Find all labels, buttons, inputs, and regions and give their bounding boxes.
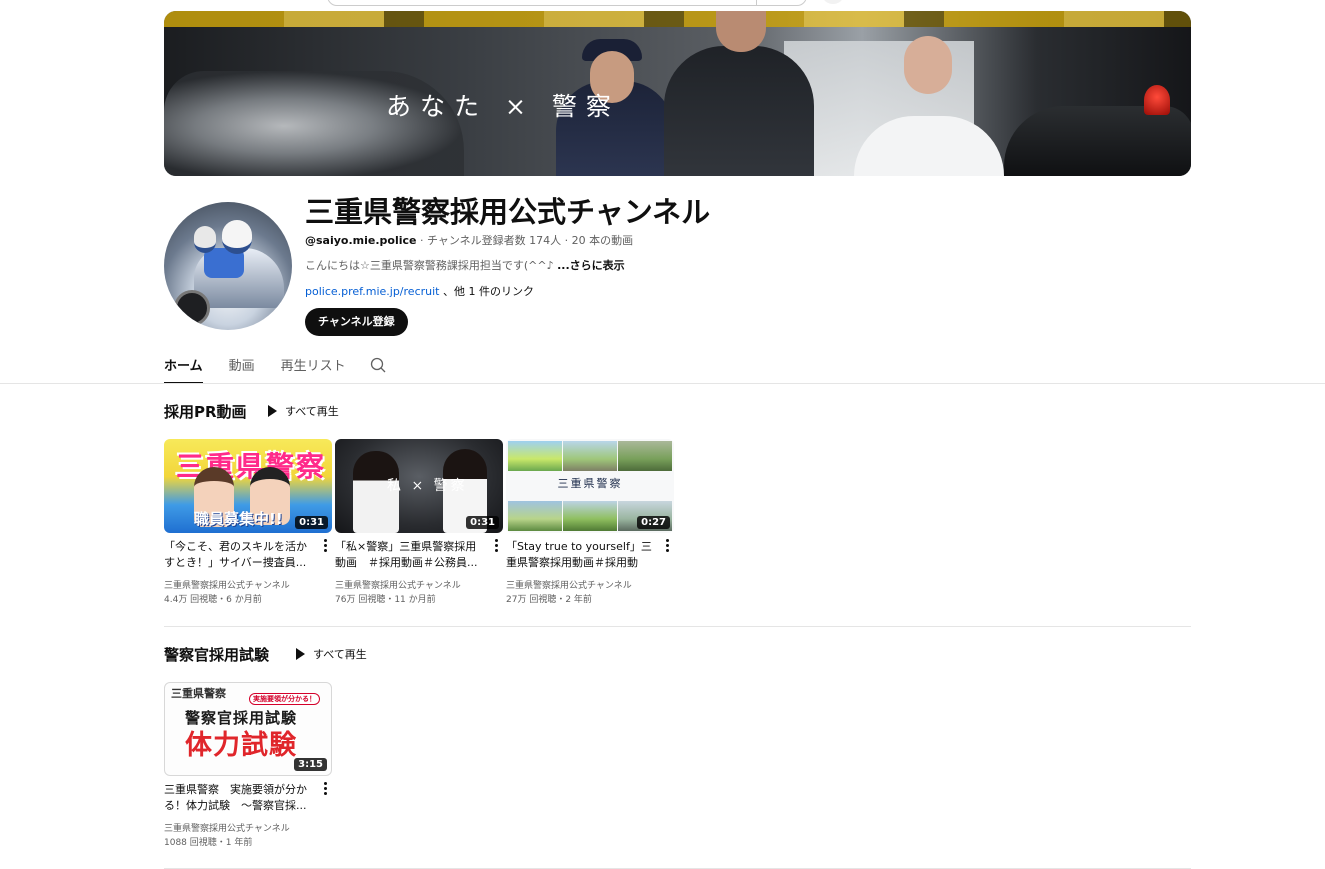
channel-tabs: ホーム 動画 再生リスト xyxy=(164,355,372,384)
video-title[interactable]: 「Stay true to yourself」三重県警察採用動画＃採用動画... xyxy=(506,539,656,571)
channel-stats: · チャンネル登録者数 174人 · 20 本の動画 xyxy=(416,234,634,247)
play-icon xyxy=(268,405,277,417)
play-all-button-exam[interactable]: すべて再生 xyxy=(296,646,367,662)
search-divider xyxy=(756,0,757,5)
channel-description[interactable]: こんにちは☆三重県警察警務課採用担当です(^^♪ ...さらに表示 xyxy=(305,257,625,273)
channel-meta: @saiyo.mie.police · チャンネル登録者数 174人 · 20 … xyxy=(305,232,633,248)
video-card[interactable]: 三重県警察 職員募集中!! 0:31 「今こそ、君のスキルを活かすとき！」サイバ… xyxy=(164,439,332,607)
banner-tape xyxy=(164,11,1191,27)
channel-banner: あなた × 警察 xyxy=(164,11,1191,176)
channel-name: 三重県警察採用公式チャンネル xyxy=(305,195,711,229)
video-stats: 1088 回視聴・1 年前 xyxy=(164,838,253,848)
video-thumbnail[interactable]: 私 × 警察 0:31 xyxy=(335,439,503,533)
video-title[interactable]: 「私×警察」三重県警察採用動画 ＃採用動画＃公務員... xyxy=(335,539,485,571)
video-stats: 4.4万 回視聴・6 か月前 xyxy=(164,595,262,605)
search-icon[interactable] xyxy=(370,357,386,373)
tab-home[interactable]: ホーム xyxy=(164,355,203,384)
channel-avatar[interactable] xyxy=(164,202,292,330)
video-title[interactable]: 「今こそ、君のスキルを活かすとき！」サイバー捜査員... xyxy=(164,539,314,571)
video-title[interactable]: 三重県警察 実施要領が分かる！体力試験 ～警察官採... xyxy=(164,782,314,814)
more-options-icon[interactable] xyxy=(320,782,330,796)
banner-car-right xyxy=(1004,106,1191,176)
video-stats: 76万 回視聴・11 か月前 xyxy=(335,595,436,605)
video-channel[interactable]: 三重県警察採用公式チャンネル xyxy=(506,579,674,593)
thumb-badge: 実施要領が分かる！ xyxy=(249,693,320,705)
channel-links: police.pref.mie.jp/recruit 、他 1 件のリンク xyxy=(305,283,534,299)
show-more-link[interactable]: ...さらに表示 xyxy=(557,259,625,272)
play-icon xyxy=(296,648,305,660)
more-options-icon[interactable] xyxy=(662,539,672,553)
channel-handle: @saiyo.mie.police xyxy=(305,234,417,247)
other-links[interactable]: 、他 1 件のリンク xyxy=(439,285,534,298)
subscribe-button[interactable]: チャンネル登録 xyxy=(305,308,408,336)
thumb-text: 三重県警察 xyxy=(557,477,623,490)
tab-playlists[interactable]: 再生リスト xyxy=(281,355,346,382)
video-thumbnail[interactable]: 三重県警察 0:27 xyxy=(506,439,674,533)
video-channel[interactable]: 三重県警察採用公式チャンネル xyxy=(164,822,332,836)
tabs-divider xyxy=(0,383,1325,384)
video-card[interactable]: 私 × 警察 0:31 「私×警察」三重県警察採用動画 ＃採用動画＃公務員...… xyxy=(335,439,503,607)
search-bar[interactable] xyxy=(327,0,807,6)
description-text: こんにちは☆三重県警察警務課採用担当です(^^♪ xyxy=(305,259,558,272)
thumb-line3: 体力試験 xyxy=(185,730,297,761)
play-all-label: すべて再生 xyxy=(285,405,339,418)
section-divider xyxy=(164,626,1191,627)
video-channel[interactable]: 三重県警察採用公式チャンネル xyxy=(335,579,503,593)
video-card[interactable]: 三重県警察 実施要領が分かる！ 警察官採用試験 体力試験 3:15 三重県警察 … xyxy=(164,682,332,850)
thumb-text: 私 × 警察 xyxy=(387,478,468,494)
more-options-icon[interactable] xyxy=(491,539,501,553)
video-duration: 3:15 xyxy=(294,758,327,771)
video-thumbnail[interactable]: 三重県警察 実施要領が分かる！ 警察官採用試験 体力試験 3:15 xyxy=(164,682,332,776)
mic-button[interactable] xyxy=(822,0,844,4)
section-title-pr: 採用PR動画 xyxy=(164,403,247,421)
video-duration: 0:27 xyxy=(637,516,670,529)
video-thumbnail[interactable]: 三重県警察 職員募集中!! 0:31 xyxy=(164,439,332,533)
video-duration: 0:31 xyxy=(295,516,328,529)
play-all-button-pr[interactable]: すべて再生 xyxy=(268,403,339,419)
video-duration: 0:31 xyxy=(466,516,499,529)
tab-videos[interactable]: 動画 xyxy=(229,355,255,382)
more-options-icon[interactable] xyxy=(320,539,330,553)
thumb-text: 三重県警察 xyxy=(171,687,226,700)
siren-light xyxy=(1144,85,1170,115)
video-channel[interactable]: 三重県警察採用公式チャンネル xyxy=(164,579,332,593)
video-card[interactable]: 三重県警察 0:27 「Stay true to yourself」三重県警察採… xyxy=(506,439,674,607)
channel-link[interactable]: police.pref.mie.jp/recruit xyxy=(305,285,439,298)
section-title-exam: 警察官採用試験 xyxy=(164,646,270,664)
banner-person-suit xyxy=(664,11,814,176)
play-all-label: すべて再生 xyxy=(313,648,367,661)
video-stats: 27万 回視聴・2 年前 xyxy=(506,595,592,605)
thumb-subtext: 職員募集中!! xyxy=(194,510,283,528)
banner-title: あなた × 警察 xyxy=(386,92,620,121)
